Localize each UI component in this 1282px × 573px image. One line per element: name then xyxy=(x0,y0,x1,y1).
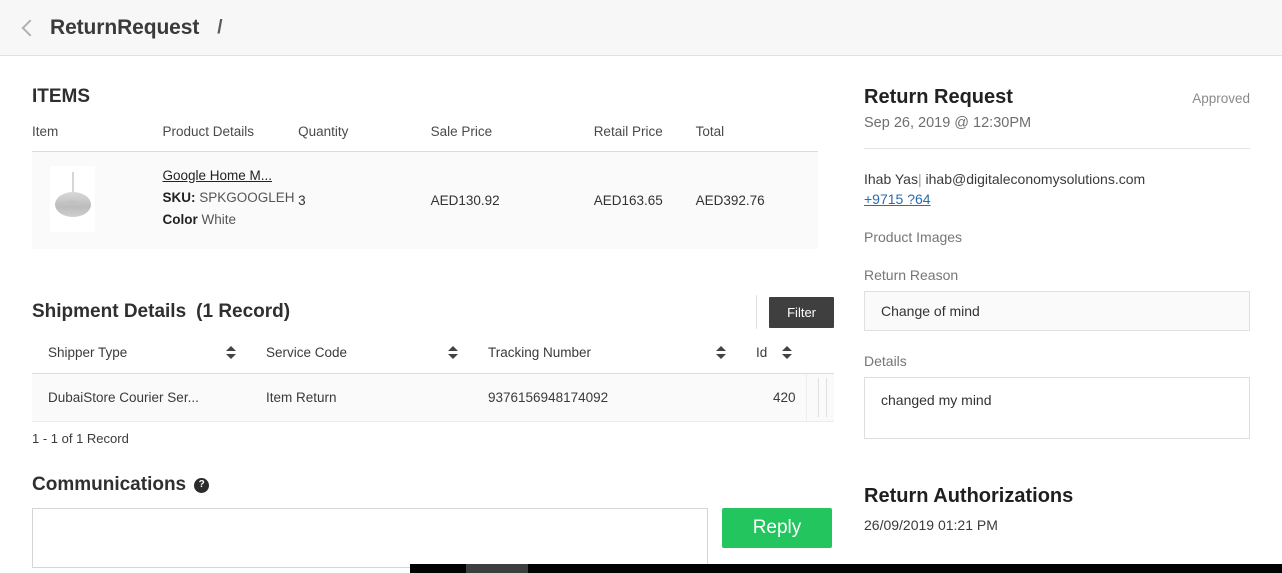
items-section-title: ITEMS xyxy=(32,86,91,107)
shipment-column-tracking-number[interactable]: Tracking Number xyxy=(472,345,740,374)
chevron-left-icon[interactable] xyxy=(18,19,36,37)
product-color: Color White xyxy=(162,212,298,227)
items-column-total: Total xyxy=(695,124,818,152)
customer-email: ihab@digitaleconomysolutions.com xyxy=(925,171,1146,187)
return-reason-label: Return Reason xyxy=(864,267,959,283)
return-request-date: Sep 26, 2019 @ 12:30PM xyxy=(864,115,1032,131)
item-thumbnail-cell: ···· xyxy=(32,151,163,249)
items-column-product-details: Product Details xyxy=(162,124,299,152)
return-authorizations-title: Return Authorizations xyxy=(864,485,1074,507)
items-column-sale-price: Sale Price xyxy=(430,124,594,152)
shipment-tracking-number-value: 9376156948174092 xyxy=(488,390,609,405)
toolbar-divider xyxy=(756,295,758,329)
scrollbar-track[interactable] xyxy=(818,378,827,417)
shipment-shipper-type-value: DubaiStore Courier Ser... xyxy=(48,390,199,405)
sort-icon[interactable] xyxy=(782,346,792,360)
shipment-column-tracking-number-label: Tracking Number xyxy=(488,345,592,360)
shipment-record-count: (1 Record) xyxy=(196,301,291,322)
return-request-header: Return Request Approved xyxy=(864,86,1250,109)
shipment-table: Shipper Type Service Code Tracking Numbe… xyxy=(32,345,834,422)
divider xyxy=(864,148,1250,149)
shipment-header: Shipment Details (1 Record) Filter xyxy=(32,295,834,329)
shipment-column-id[interactable]: Id xyxy=(740,345,806,374)
shipment-section-title: Shipment Details xyxy=(32,301,187,322)
items-column-quantity: Quantity xyxy=(298,124,431,152)
communications-input[interactable] xyxy=(32,508,708,568)
items-column-retail-price: Retail Price xyxy=(593,124,696,152)
communications-header: Communications ? xyxy=(32,474,832,496)
shipment-column-service-code[interactable]: Service Code xyxy=(250,345,472,374)
table-row: ···· Google Home M... SKU: SPKGOOGLEH Co… xyxy=(32,151,818,249)
item-total: AED392.76 xyxy=(695,151,818,249)
left-column: ITEMS Item Product Details Quantity Sale… xyxy=(0,56,834,568)
shipment-actions: Filter xyxy=(756,295,834,329)
breadcrumb-separator: / xyxy=(217,16,223,38)
top-bar: ReturnRequest / xyxy=(0,0,1282,56)
return-request-title: Return Request xyxy=(864,86,1013,108)
item-sale-price: AED130.92 xyxy=(430,151,594,249)
shipment-id: 420 xyxy=(740,373,806,422)
google-home-mini-thumbnail: ···· xyxy=(50,166,95,232)
thumbnail-dots: ···· xyxy=(67,199,78,205)
shipment-shipper-type: DubaiStore Courier Ser... xyxy=(32,373,250,422)
filter-button[interactable]: Filter xyxy=(769,296,834,328)
shipment-table-header-row: Shipper Type Service Code Tracking Numbe… xyxy=(32,345,834,374)
details-value: changed my mind xyxy=(864,377,1250,439)
shipment-service-code-value: Item Return xyxy=(266,390,337,405)
table-row[interactable]: DubaiStore Courier Ser... Item Return 93… xyxy=(32,373,834,422)
item-retail-price: AED163.65 xyxy=(593,151,696,249)
sku-label: SKU: xyxy=(162,189,196,205)
return-reason-value: Change of mind xyxy=(864,291,1250,331)
page-body: ITEMS Item Product Details Quantity Sale… xyxy=(0,56,1282,573)
sort-icon[interactable] xyxy=(716,346,726,360)
sort-icon[interactable] xyxy=(226,346,236,360)
details-label: Details xyxy=(864,353,907,369)
reply-button[interactable]: Reply xyxy=(722,508,832,548)
items-column-item: Item xyxy=(32,124,163,152)
contact-separator: | xyxy=(917,171,922,187)
shipment-pagination: 1 - 1 of 1 Record xyxy=(32,431,129,446)
shipment-tracking-number: 9376156948174092 xyxy=(472,373,740,422)
items-table: Item Product Details Quantity Sale Price… xyxy=(32,124,818,249)
return-authorizations-date: 26/09/2019 01:21 PM xyxy=(864,517,998,533)
product-images-label: Product Images xyxy=(864,229,963,245)
bottom-overlay-strip xyxy=(410,564,1282,573)
status-badge: Approved xyxy=(1192,91,1250,106)
product-name-link[interactable]: Google Home M... xyxy=(162,168,298,183)
bottom-overlay-segment xyxy=(466,564,528,573)
shipment-column-id-label: Id xyxy=(756,345,768,360)
thumbnail-cord xyxy=(71,172,74,194)
color-label: Color xyxy=(162,211,198,227)
shipment-service-code: Item Return xyxy=(250,373,472,422)
items-table-header-row: Item Product Details Quantity Sale Price… xyxy=(32,124,818,152)
shipment-column-spacer xyxy=(806,345,834,374)
product-sku: SKU: SPKGOOGLEH xyxy=(162,190,298,205)
customer-name: Ihab Yas xyxy=(864,171,918,187)
sort-icon[interactable] xyxy=(448,346,458,360)
shipment-column-shipper-type[interactable]: Shipper Type xyxy=(32,345,250,374)
page-title: ReturnRequest xyxy=(50,15,200,39)
item-quantity: 3 xyxy=(298,151,431,249)
question-mark-icon[interactable]: ? xyxy=(194,477,210,493)
table-vertical-scrollbar[interactable] xyxy=(805,373,834,422)
color-value: White xyxy=(201,211,237,227)
customer-contact: Ihab Yas| ihab@digitaleconomysolutions.c… xyxy=(864,171,1250,187)
shipment-column-service-code-label: Service Code xyxy=(266,345,348,360)
sku-value: SPKGOOGLEH xyxy=(199,189,295,205)
communications-title: Communications xyxy=(32,474,187,495)
customer-phone-link[interactable]: +9715 ?64 xyxy=(864,191,1250,207)
communications-row: Reply xyxy=(32,508,832,568)
right-column: Return Request Approved Sep 26, 2019 @ 1… xyxy=(832,56,1282,533)
item-product-details-cell: Google Home M... SKU: SPKGOOGLEH Color W… xyxy=(162,151,299,249)
shipment-column-shipper-type-label: Shipper Type xyxy=(48,345,128,360)
